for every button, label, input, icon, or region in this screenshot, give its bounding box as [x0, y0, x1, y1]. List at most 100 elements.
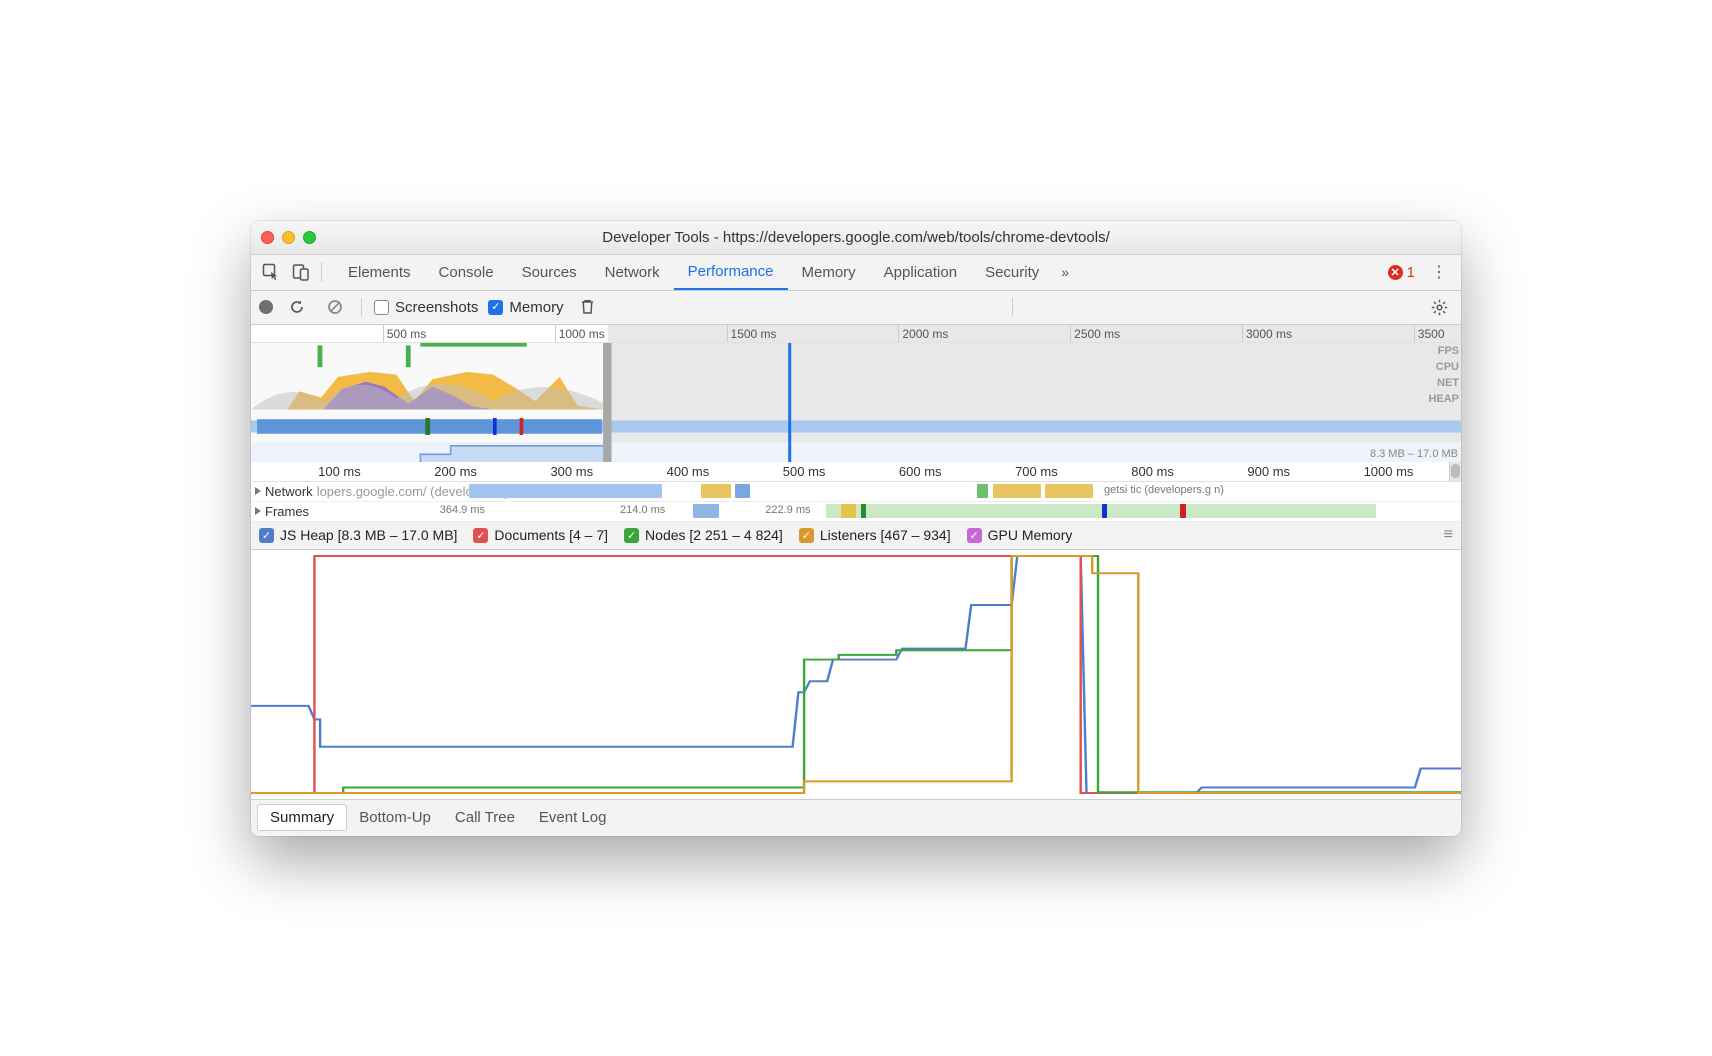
counter-swatch-icon — [967, 528, 982, 543]
separator — [321, 262, 322, 282]
panel-tab-application[interactable]: Application — [870, 255, 971, 290]
flamechart-pane[interactable]: Network lopers.google.com/ (developers.g… — [251, 482, 1461, 522]
memory-chart[interactable] — [251, 550, 1461, 800]
counter-toggle[interactable]: Listeners [467 – 934] — [799, 527, 951, 543]
counter-swatch-icon — [259, 528, 274, 543]
counter-toggle[interactable]: JS Heap [8.3 MB – 17.0 MB] — [259, 527, 457, 543]
devtools-menu-button[interactable]: ⋮ — [1423, 262, 1455, 282]
network-bar[interactable] — [701, 484, 731, 498]
minimize-window-button[interactable] — [282, 231, 295, 244]
error-icon: ✕ — [1388, 265, 1403, 280]
separator — [361, 298, 362, 316]
details-tab-summary[interactable]: Summary — [257, 804, 347, 831]
device-toolbar-icon[interactable] — [287, 258, 315, 286]
detail-tick: 600 ms — [896, 462, 942, 481]
overview-lane-label: CPU — [1428, 359, 1459, 375]
frame-bar[interactable] — [841, 504, 856, 518]
details-tab-event-log[interactable]: Event Log — [527, 805, 619, 830]
details-tabstrip: SummaryBottom-UpCall TreeEvent Log — [251, 800, 1461, 836]
panel-tab-console[interactable]: Console — [425, 255, 508, 290]
vertical-scrollbar[interactable] — [1449, 462, 1461, 481]
frame-time-label: 364.9 ms — [440, 504, 485, 516]
chart-series-nodes — [251, 555, 1461, 792]
chart-series-js-heap — [251, 555, 1461, 792]
frame-bar[interactable] — [1102, 504, 1107, 518]
detail-tick: 100 ms — [315, 462, 361, 481]
network-bar[interactable] — [977, 484, 988, 498]
panel-tab-security[interactable]: Security — [971, 255, 1053, 290]
record-button[interactable] — [259, 300, 273, 314]
overview-tick: 500 ms — [383, 325, 426, 342]
frame-time-label: 214.0 ms — [620, 504, 665, 516]
clear-button[interactable] — [321, 293, 349, 321]
devtools-window: Developer Tools - https://developers.goo… — [251, 221, 1461, 836]
detail-tick: 800 ms — [1128, 462, 1174, 481]
panel-tab-elements[interactable]: Elements — [334, 255, 425, 290]
details-tab-bottom-up[interactable]: Bottom-Up — [347, 805, 443, 830]
detail-tick: 500 ms — [780, 462, 826, 481]
overview-tick: 2500 ms — [1070, 325, 1120, 342]
overview-tick: 1500 ms — [727, 325, 777, 342]
error-count-badge[interactable]: ✕ 1 — [1382, 264, 1421, 281]
window-title: Developer Tools - https://developers.goo… — [251, 229, 1461, 246]
detail-tick: 700 ms — [1012, 462, 1058, 481]
scrollbar-thumb[interactable] — [1451, 464, 1460, 478]
network-bar[interactable] — [469, 484, 663, 498]
panel-tab-network[interactable]: Network — [591, 255, 674, 290]
overview-tick: 1000 ms — [555, 325, 605, 342]
inspect-element-icon[interactable] — [257, 258, 285, 286]
network-bar[interactable] — [1045, 484, 1093, 498]
panel-tab-memory[interactable]: Memory — [788, 255, 870, 290]
overview-lanes[interactable]: FPSCPUNETHEAP 8.3 MB – 17.0 MB — [251, 343, 1461, 461]
network-track[interactable]: Network lopers.google.com/ (developers.g… — [251, 482, 1461, 502]
main-tabstrip: ElementsConsoleSourcesNetworkPerformance… — [251, 255, 1461, 291]
network-track-label: Network — [265, 484, 313, 499]
panel-tabs: ElementsConsoleSourcesNetworkPerformance… — [334, 255, 1053, 290]
chart-series-documents — [251, 555, 1461, 792]
panel-tab-performance[interactable]: Performance — [674, 255, 788, 290]
counters-menu-icon[interactable]: ≡ — [1444, 526, 1453, 544]
detail-tick: 1000 ms — [1361, 462, 1414, 481]
reload-button[interactable] — [283, 293, 311, 321]
network-bar[interactable] — [735, 484, 750, 498]
screenshots-label: Screenshots — [395, 299, 478, 316]
details-tab-call-tree[interactable]: Call Tree — [443, 805, 527, 830]
disclosure-triangle-icon[interactable] — [255, 507, 261, 515]
overview-lane-labels: FPSCPUNETHEAP — [1428, 343, 1459, 407]
frame-bar[interactable] — [861, 504, 866, 518]
overview-tick: 2000 ms — [898, 325, 948, 342]
window-titlebar: Developer Tools - https://developers.goo… — [251, 221, 1461, 255]
screenshots-checkbox[interactable]: Screenshots — [374, 299, 478, 316]
detail-tick: 400 ms — [664, 462, 710, 481]
frames-track-label: Frames — [265, 504, 309, 519]
overview-lane-label: NET — [1428, 375, 1459, 391]
disclosure-triangle-icon[interactable] — [255, 487, 261, 495]
traffic-lights — [261, 231, 316, 244]
detail-ruler[interactable]: 100 ms200 ms300 ms400 ms500 ms600 ms700 … — [251, 462, 1461, 482]
counter-label: JS Heap [8.3 MB – 17.0 MB] — [280, 527, 457, 543]
memory-checkbox[interactable]: Memory — [488, 299, 563, 316]
overview-ruler[interactable]: 500 ms1000 ms1500 ms2000 ms2500 ms3000 m… — [251, 325, 1461, 343]
overview-pane[interactable]: 500 ms1000 ms1500 ms2000 ms2500 ms3000 m… — [251, 325, 1461, 462]
network-bar[interactable] — [993, 484, 1041, 498]
panel-tab-sources[interactable]: Sources — [508, 255, 591, 290]
error-count-value: 1 — [1407, 264, 1415, 281]
counter-toggle[interactable]: GPU Memory — [967, 527, 1073, 543]
overflow-tabs-button[interactable]: » — [1055, 264, 1075, 280]
counter-label: Nodes [2 251 – 4 824] — [645, 527, 783, 543]
counter-swatch-icon — [624, 528, 639, 543]
settings-button[interactable] — [1425, 293, 1453, 321]
memory-label: Memory — [509, 299, 563, 316]
counter-label: GPU Memory — [988, 527, 1073, 543]
maximize-window-button[interactable] — [303, 231, 316, 244]
frame-bar[interactable] — [1180, 504, 1185, 518]
detail-tick: 900 ms — [1244, 462, 1290, 481]
trash-button[interactable] — [574, 293, 602, 321]
counter-toggle[interactable]: Nodes [2 251 – 4 824] — [624, 527, 783, 543]
frames-track[interactable]: Frames 364.9 ms 214.0 ms 222.9 ms — [251, 502, 1461, 522]
close-window-button[interactable] — [261, 231, 274, 244]
frame-bar[interactable] — [693, 504, 720, 518]
memory-chart-svg — [251, 550, 1461, 799]
counter-label: Documents [4 – 7] — [494, 527, 608, 543]
counter-toggle[interactable]: Documents [4 – 7] — [473, 527, 608, 543]
